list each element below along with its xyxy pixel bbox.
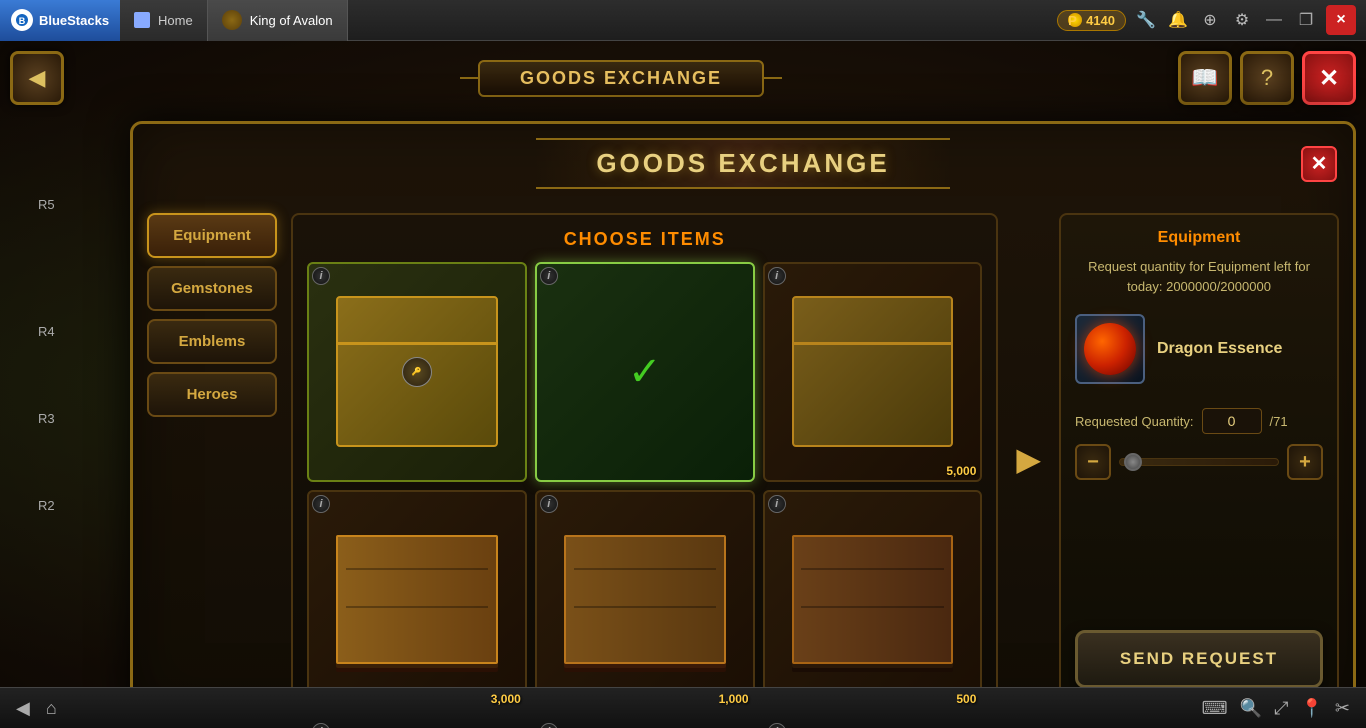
info-panel-title: Equipment [1075, 229, 1323, 247]
bluestacks-logo[interactable]: B BlueStacks [0, 0, 120, 41]
item-qty-1000: 1,000 [719, 692, 749, 706]
minus-button[interactable]: − [1075, 444, 1111, 480]
taskbar-location-icon[interactable]: 📍 [1300, 698, 1322, 719]
sidebar-item-emblems[interactable]: Emblems [147, 319, 277, 364]
left-r-labels: R5 R4 R3 R2 [30, 191, 63, 519]
minimize-button[interactable]: — [1262, 8, 1286, 32]
item-preview-name: Dragon Essence [1157, 340, 1282, 358]
item-plank-3000[interactable]: i 3,000 [307, 490, 527, 710]
taskbar-resize-icon[interactable]: ⤢ [1274, 698, 1288, 719]
quantity-max: /71 [1270, 414, 1288, 429]
game-tab-label: King of Avalon [250, 13, 333, 28]
item-plank-500[interactable]: i 500 [763, 490, 983, 710]
quantity-section: Requested Quantity: /71 [1075, 408, 1323, 434]
items-arrow: ▶ [1012, 213, 1045, 704]
bluestacks-icon: B [11, 9, 33, 31]
r3-label: R3 [30, 405, 63, 432]
items-panel: CHOOSE ITEMS i 🔑 i ✓ [291, 213, 998, 704]
titlebar: B BlueStacks Home King of Avalon P 4140 … [0, 0, 1366, 41]
taskbar-search-icon[interactable]: 🔍 [1240, 698, 1262, 719]
item-preview-image [1075, 314, 1145, 384]
item-chest-large[interactable]: i 🔑 [307, 262, 527, 482]
sidebar-item-equipment[interactable]: Equipment [147, 213, 277, 258]
toolbar-title: GOODS EXCHANGE [520, 68, 722, 88]
top-toolbar: ◀ GOODS EXCHANGE 📖 ? ✕ [10, 51, 1356, 105]
help-button[interactable]: ? [1240, 51, 1294, 105]
item-info-btn-6[interactable]: i [768, 495, 786, 513]
item-info-btn-5[interactable]: i [540, 495, 558, 513]
taskbar-keyboard-icon[interactable]: ⌨ [1202, 698, 1228, 719]
modal-title-text: GOODS EXCHANGE [596, 148, 889, 178]
bluestacks-label: BlueStacks [39, 13, 109, 28]
r4-label: R4 [30, 318, 63, 345]
modal-close-button[interactable]: ✕ [1301, 146, 1337, 182]
close-button[interactable]: × [1326, 5, 1356, 35]
home-tab[interactable]: Home [120, 0, 208, 41]
item-preview: Dragon Essence [1075, 306, 1323, 392]
toolbar-close-button[interactable]: ✕ [1302, 51, 1356, 105]
taskbar-back-icon[interactable]: ◀ [16, 698, 30, 719]
modal-body: Equipment Gemstones Emblems Heroes CHOOS… [133, 203, 1353, 714]
arrow-icon: ▶ [1016, 440, 1041, 478]
r5-label: R5 [30, 191, 63, 218]
quantity-input[interactable] [1202, 408, 1262, 434]
dragon-orb-icon [1084, 323, 1136, 375]
send-request-button[interactable]: SEND REQUEST [1075, 630, 1323, 688]
coin-icon: P [1068, 13, 1082, 27]
plus-button[interactable]: + [1287, 444, 1323, 480]
toolbar-title-area: GOODS EXCHANGE [64, 60, 1178, 97]
toolbar-icon-2[interactable]: 🔔 [1166, 8, 1190, 32]
toolbar-icon-1[interactable]: 🔧 [1134, 8, 1158, 32]
item-qty-3000: 3,000 [491, 692, 521, 706]
toolbar-icon-4[interactable]: ⚙ [1230, 8, 1254, 32]
modal-title-bar: GOODS EXCHANGE ✕ [133, 124, 1353, 203]
main-modal: GOODS EXCHANGE ✕ Equipment Gemstones Emb… [130, 121, 1356, 718]
back-button[interactable]: ◀ [10, 51, 64, 105]
item-qty-5000: 5,000 [946, 464, 976, 478]
game-tab-icon [222, 10, 242, 30]
toolbar-icon-3[interactable]: ⊕ [1198, 8, 1222, 32]
items-grid: i 🔑 i ✓ i [307, 262, 982, 728]
book-button[interactable]: 📖 [1178, 51, 1232, 105]
item-info-btn-2[interactable]: i [540, 267, 558, 285]
coins-value: 4140 [1086, 13, 1115, 28]
taskbar-scissors-icon[interactable]: ✂ [1335, 698, 1350, 719]
sidebar-item-gemstones[interactable]: Gemstones [147, 266, 277, 311]
check-icon: ✓ [628, 349, 662, 395]
toolbar-title-banner: GOODS EXCHANGE [478, 60, 764, 97]
slider-thumb[interactable] [1124, 453, 1142, 471]
home-tab-icon [134, 12, 150, 28]
modal-title-bg: GOODS EXCHANGE [536, 138, 949, 189]
slider-track[interactable] [1119, 458, 1279, 466]
item-info-btn-4[interactable]: i [312, 495, 330, 513]
taskbar-home-icon[interactable]: ⌂ [46, 698, 57, 719]
item-chest-5000[interactable]: i 5,000 [763, 262, 983, 482]
home-tab-label: Home [158, 13, 193, 28]
toolbar-right-buttons: 📖 ? ✕ [1178, 51, 1356, 105]
quantity-label: Requested Quantity: [1075, 414, 1194, 429]
titlebar-right: P 4140 🔧 🔔 ⊕ ⚙ — ❐ × [1057, 5, 1366, 35]
restore-button[interactable]: ❐ [1294, 8, 1318, 32]
item-info-btn-3[interactable]: i [768, 267, 786, 285]
item-qty-500: 500 [956, 692, 976, 706]
item-checkmark[interactable]: i ✓ [535, 262, 755, 482]
item-plank-1000[interactable]: i 1,000 [535, 490, 755, 710]
sidebar-item-heroes[interactable]: Heroes [147, 372, 277, 417]
svg-text:B: B [19, 16, 26, 26]
item-info-btn-1[interactable]: i [312, 267, 330, 285]
titlebar-left: B BlueStacks Home King of Avalon [0, 0, 348, 41]
coins-display: P 4140 [1057, 10, 1126, 31]
slider-section: − + [1075, 444, 1323, 480]
items-panel-title: CHOOSE ITEMS [307, 229, 982, 250]
game-area: R5 R4 R3 R2 ◀ GOODS EXCHANGE 📖 ? ✕ GOODS… [0, 41, 1366, 728]
game-tab[interactable]: King of Avalon [208, 0, 348, 41]
r2-label: R2 [30, 492, 63, 519]
info-description: Request quantity for Equipment left for … [1075, 257, 1323, 296]
info-panel: Equipment Request quantity for Equipment… [1059, 213, 1339, 704]
bottom-taskbar: ◀ ⌂ ⌨ 🔍 ⤢ 📍 ✂ [0, 687, 1366, 728]
left-sidebar: Equipment Gemstones Emblems Heroes [147, 213, 277, 704]
